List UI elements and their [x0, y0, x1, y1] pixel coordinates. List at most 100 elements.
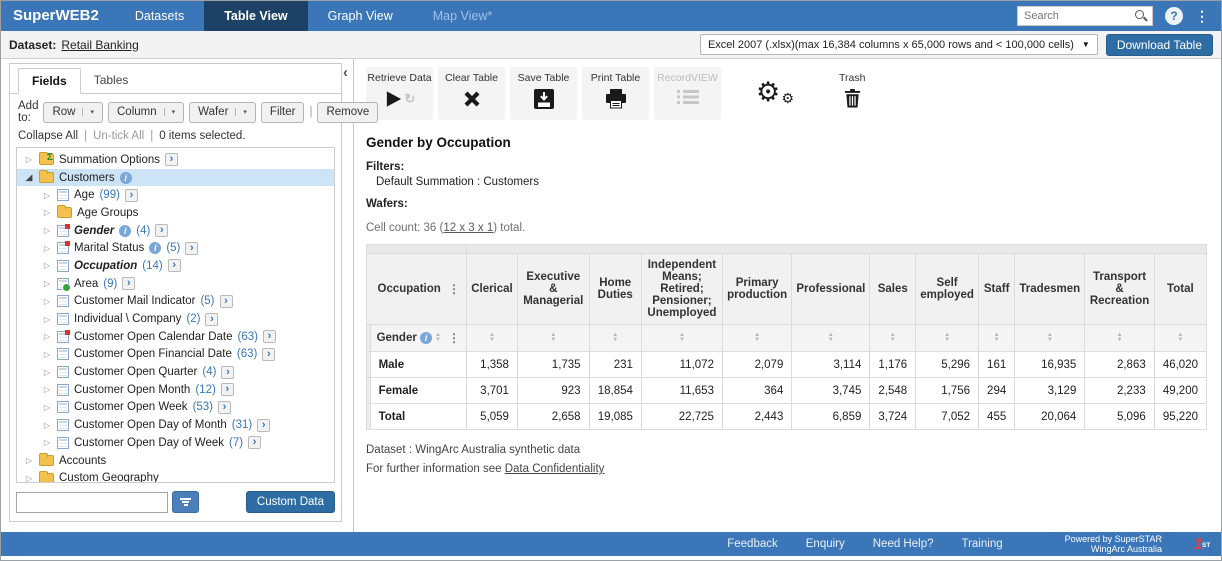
untick-all-link[interactable]: Un-tick All: [93, 130, 144, 142]
add-to-row-button[interactable]: Row▾: [43, 102, 103, 123]
expand-caret-icon[interactable]: ▷: [42, 297, 52, 306]
field-detail-arrow-icon[interactable]: ›: [155, 224, 168, 237]
field-detail-arrow-icon[interactable]: ›: [125, 189, 138, 202]
sort-control[interactable]: ▲▼: [1117, 333, 1123, 342]
expand-caret-icon[interactable]: ▷: [42, 350, 52, 359]
clear-table-button[interactable]: Clear Table: [438, 67, 505, 120]
tree-item-occupation[interactable]: ▷Occupation(14)›: [17, 257, 334, 275]
column-header-self-employed[interactable]: Self employed: [916, 254, 979, 325]
expand-caret-icon[interactable]: ▷: [42, 385, 52, 394]
sort-control[interactable]: ▲▼: [1177, 333, 1183, 342]
row-field-header[interactable]: Gender i▲▼⋮: [370, 325, 466, 352]
row-label-female[interactable]: Female: [370, 378, 466, 404]
export-format-select[interactable]: Excel 2007 (.xlsx)(max 16,384 columns x …: [700, 34, 1098, 55]
tree-item-marital-status[interactable]: ▷Marital Statusi(5)›: [17, 239, 334, 257]
column-header-sales[interactable]: Sales: [870, 254, 916, 325]
column-header-executive-managerial[interactable]: Executive & Managerial: [517, 254, 589, 325]
sort-control[interactable]: ▲▼: [994, 333, 1000, 342]
tree-item-area[interactable]: ▷Area(9)›: [17, 275, 334, 293]
footer-link-need-help[interactable]: Need Help?: [873, 538, 934, 550]
search-icon[interactable]: [1134, 9, 1148, 23]
sort-control[interactable]: ▲▼: [612, 333, 618, 342]
menu-kebab-icon[interactable]: ⋮: [1195, 8, 1209, 25]
dataset-name-link[interactable]: Retail Banking: [61, 38, 138, 52]
field-detail-arrow-icon[interactable]: ›: [221, 383, 234, 396]
tree-item-age[interactable]: ▷Age(99)›: [17, 186, 334, 204]
tree-filter-button[interactable]: [172, 491, 199, 513]
tree-item-custom-geography[interactable]: ▷Custom Geography: [17, 469, 334, 483]
expand-caret-icon[interactable]: ◢: [24, 172, 34, 183]
expand-caret-icon[interactable]: ▷: [42, 403, 52, 412]
tree-item-gender[interactable]: ▷Genderi(4)›: [17, 222, 334, 240]
tree-item-customer-open-quarter[interactable]: ▷Customer Open Quarter(4)›: [17, 363, 334, 381]
field-detail-arrow-icon[interactable]: ›: [221, 366, 234, 379]
column-header-home-duties[interactable]: Home Duties: [589, 254, 641, 325]
footer-link-enquiry[interactable]: Enquiry: [806, 538, 845, 550]
tree-item-summation-options[interactable]: ▷ΣSummation Options›: [17, 151, 334, 169]
column-header-independent-means-retired-pensioner-unemployed[interactable]: Independent Means; Retired; Pensioner; U…: [641, 254, 722, 325]
tab-fields[interactable]: Fields: [18, 68, 81, 94]
chevron-down-icon[interactable]: ▾: [82, 108, 94, 116]
sort-control[interactable]: ▲▼: [550, 333, 556, 342]
footer-link-training[interactable]: Training: [961, 538, 1002, 550]
info-icon[interactable]: i: [119, 225, 131, 237]
expand-caret-icon[interactable]: ▷: [24, 456, 34, 465]
row-label-total[interactable]: Total: [370, 404, 466, 430]
remove-button[interactable]: Remove: [317, 102, 378, 123]
expand-caret-icon[interactable]: ▷: [42, 279, 52, 288]
expand-caret-icon[interactable]: ▷: [42, 332, 52, 341]
save-table-button[interactable]: Save Table: [510, 67, 577, 120]
tree-item-customer-open-financial-date[interactable]: ▷Customer Open Financial Date(63)›: [17, 346, 334, 364]
trash-button[interactable]: Trash: [839, 67, 865, 108]
column-header-transport-recreation[interactable]: Transport & Recreation: [1085, 254, 1154, 325]
column-header-total[interactable]: Total: [1154, 254, 1206, 325]
nav-tab-datasets[interactable]: Datasets: [115, 1, 204, 31]
tree-item-customer-open-week[interactable]: ▷Customer Open Week(53)›: [17, 399, 334, 417]
add-to-column-button[interactable]: Column▾: [108, 102, 184, 123]
expand-caret-icon[interactable]: ▷: [42, 421, 52, 430]
print-table-button[interactable]: Print Table: [582, 67, 649, 120]
expand-caret-icon[interactable]: ▷: [42, 261, 52, 270]
sort-control[interactable]: ▲▼: [944, 333, 950, 342]
nav-tab-map-view[interactable]: Map View*: [413, 1, 513, 31]
expand-caret-icon[interactable]: ▷: [42, 368, 52, 377]
search-input[interactable]: [1018, 10, 1134, 22]
tree-filter-input[interactable]: [16, 492, 168, 513]
download-table-button[interactable]: Download Table: [1106, 34, 1213, 56]
expand-caret-icon[interactable]: ▷: [42, 244, 52, 253]
tree-item-age-groups[interactable]: ▷Age Groups: [17, 204, 334, 222]
column-header-professional[interactable]: Professional: [792, 254, 870, 325]
tree-item-accounts[interactable]: ▷Accounts: [17, 452, 334, 470]
data-confidentiality-link[interactable]: Data Confidentiality: [505, 463, 605, 475]
info-icon[interactable]: i: [149, 242, 161, 254]
field-detail-arrow-icon[interactable]: ›: [185, 242, 198, 255]
tree-item-customer-open-day-of-month[interactable]: ▷Customer Open Day of Month(31)›: [17, 416, 334, 434]
expand-caret-icon[interactable]: ▷: [24, 474, 34, 483]
sort-control[interactable]: ▲▼: [754, 333, 760, 342]
chevron-down-icon[interactable]: ▾: [164, 108, 176, 116]
field-detail-arrow-icon[interactable]: ›: [218, 401, 231, 414]
field-detail-arrow-icon[interactable]: ›: [205, 313, 218, 326]
column-header-primary-production[interactable]: Primary production: [722, 254, 791, 325]
column-header-staff[interactable]: Staff: [979, 254, 1015, 325]
footer-link-feedback[interactable]: Feedback: [727, 538, 778, 550]
cell-menu-kebab-icon[interactable]: ⋮: [448, 282, 460, 296]
add-to-wafer-button[interactable]: Wafer▾: [189, 102, 256, 123]
field-detail-arrow-icon[interactable]: ›: [220, 295, 233, 308]
cell-count-link[interactable]: 12 x 3 x 1: [443, 222, 493, 234]
nav-tab-graph-view[interactable]: Graph View: [308, 1, 413, 31]
field-detail-arrow-icon[interactable]: ›: [168, 259, 181, 272]
expand-caret-icon[interactable]: ▷: [42, 191, 52, 200]
sort-control[interactable]: ▲▼: [890, 333, 896, 342]
tree-item-customer-mail-indicator[interactable]: ▷Customer Mail Indicator(5)›: [17, 293, 334, 311]
column-field-header[interactable]: Occupation ⋮: [367, 254, 467, 325]
field-detail-arrow-icon[interactable]: ›: [165, 153, 178, 166]
column-header-tradesmen[interactable]: Tradesmen: [1015, 254, 1085, 325]
expand-caret-icon[interactable]: ▷: [42, 208, 52, 217]
nav-tab-table-view[interactable]: Table View: [204, 1, 307, 31]
field-detail-arrow-icon[interactable]: ›: [262, 348, 275, 361]
tree-item-customer-open-month[interactable]: ▷Customer Open Month(12)›: [17, 381, 334, 399]
column-header-clerical[interactable]: Clerical: [466, 254, 517, 325]
sort-control[interactable]: ▲▼: [1047, 333, 1053, 342]
help-icon[interactable]: ?: [1165, 7, 1183, 25]
